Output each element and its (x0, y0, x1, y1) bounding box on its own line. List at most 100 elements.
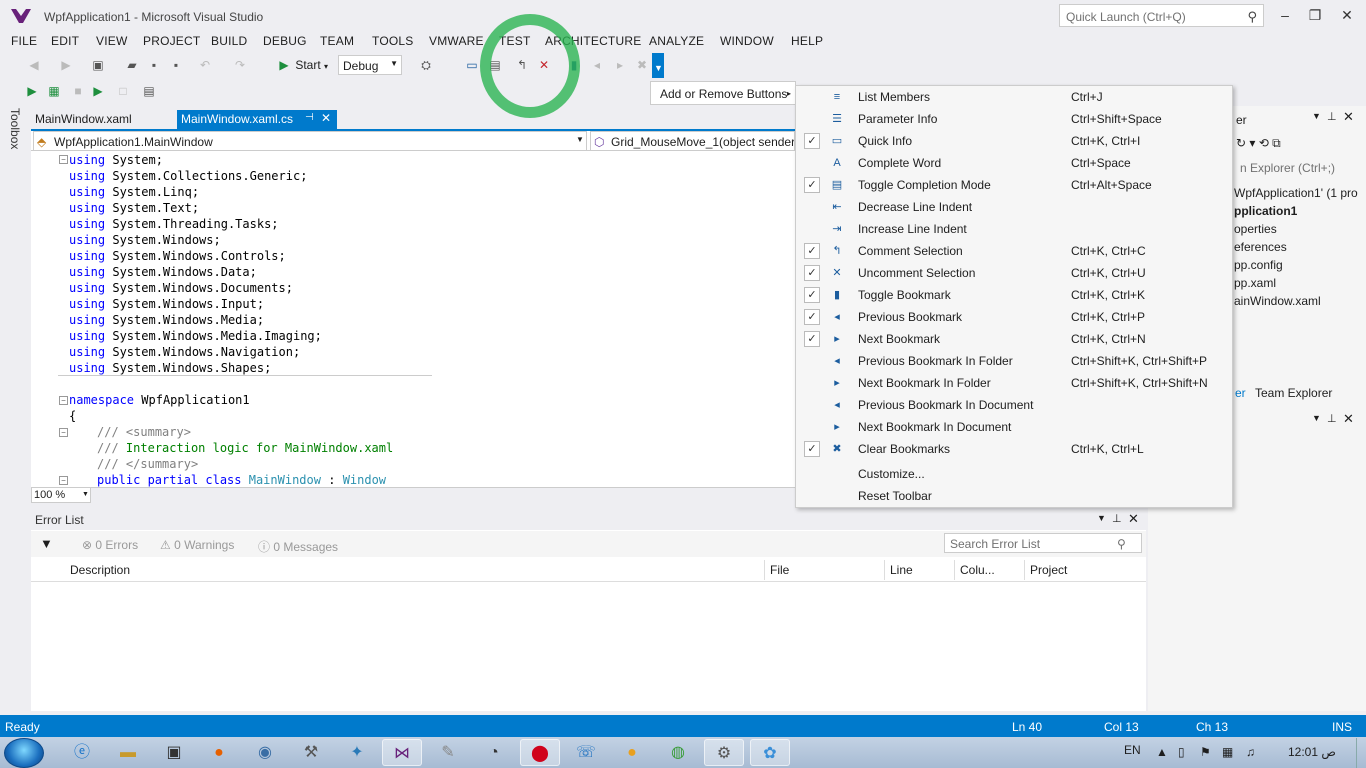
minimize-button[interactable]: – (1270, 4, 1300, 26)
properties-node[interactable]: operties (1234, 222, 1277, 236)
menu-item-increase-line-indent[interactable]: ⇥ Increase Line Indent (796, 218, 1232, 240)
messages-filter-button[interactable]: ⓘ 0 Messages (258, 538, 338, 555)
menu-item-parameter-info[interactable]: ☰ Parameter Info Ctrl+Shift+Space (796, 108, 1232, 130)
menu-window[interactable]: WINDOW (720, 34, 774, 48)
zoom-select[interactable]: 100 % ▼ (31, 487, 91, 503)
menu-item-next-bookmark-in-document[interactable]: ▸ Next Bookmark In Document (796, 416, 1232, 438)
opera-icon[interactable]: ⬤ (520, 739, 560, 766)
checkbox-checked-icon[interactable]: ✓ (804, 309, 820, 325)
battery-icon[interactable]: ▯ (1178, 745, 1185, 759)
clock[interactable]: 12:01 ص (1288, 745, 1336, 759)
network-tray-icon[interactable]: ▦ (1222, 745, 1233, 759)
project-node[interactable]: pplication1 (1234, 204, 1297, 218)
tab-mainwindow-xaml[interactable]: MainWindow.xaml (31, 110, 173, 129)
checkbox-checked-icon[interactable]: ✓ (804, 331, 820, 347)
column-project[interactable]: Project (1030, 563, 1067, 577)
checkbox-checked-icon[interactable]: ✓ (804, 441, 820, 457)
column-description[interactable]: Description (70, 563, 130, 577)
menu-item-toggle-completion-mode[interactable]: ✓ ▤ Toggle Completion Mode Ctrl+Alt+Space (796, 174, 1232, 196)
code-editor[interactable]: − using System; using System.Collections… (31, 151, 795, 487)
column-file[interactable]: File (770, 563, 789, 577)
refresh-icon[interactable]: ↻ ▾ ⟲ ⧉ (1236, 136, 1281, 151)
collapse-icon[interactable]: − (59, 396, 68, 405)
menu-item-next-bookmark-in-folder[interactable]: ▸ Next Bookmark In Folder Ctrl+Shift+K, Ct… (796, 372, 1232, 394)
close-tab-icon[interactable]: ✕ (321, 111, 331, 125)
next-bookmark-icon[interactable]: ▸ (612, 57, 628, 73)
window-position-icon[interactable]: ▼ (1097, 513, 1106, 523)
class-dropdown[interactable]: ⬘ WpfApplication1.MainWindow ▼ (33, 131, 587, 151)
show-hidden-icons-icon[interactable]: ▲ (1156, 745, 1168, 759)
toolbox-tab[interactable]: Toolbox (8, 108, 22, 149)
step-icon[interactable]: ▶ (90, 83, 106, 99)
build-icon[interactable]: ▦ (46, 83, 62, 99)
media-icon[interactable]: ◔ (474, 739, 514, 766)
layout-icon[interactable]: ▤ (141, 83, 157, 99)
solution-configuration-select[interactable]: Debug ▼ (338, 55, 402, 75)
tab-team-explorer[interactable]: Team Explorer (1255, 386, 1332, 400)
undo-icon[interactable]: ↶ (197, 57, 213, 73)
menu-item-decrease-line-indent[interactable]: ⇤ Decrease Line Indent (796, 196, 1232, 218)
checkbox-checked-icon[interactable]: ✓ (804, 265, 820, 281)
menu-item-customize[interactable]: Customize... (796, 463, 1232, 485)
collapse-icon[interactable]: − (59, 428, 68, 437)
solution-node[interactable]: WpfApplication1' (1 pro (1234, 186, 1358, 200)
find-in-files-icon[interactable]: ⛭ (418, 57, 434, 73)
paint-icon[interactable]: ✿ (750, 739, 790, 766)
window-switcher-icon[interactable]: ▣ (154, 739, 194, 766)
app-config-node[interactable]: pp.config (1234, 258, 1283, 272)
checkbox-checked-icon[interactable]: ✓ (804, 287, 820, 303)
file-explorer-icon[interactable]: ▬ (108, 739, 148, 766)
tab-mainwindow-xaml-cs[interactable]: MainWindow.xaml.cs ⊣ ✕ (177, 110, 337, 129)
pin-icon[interactable]: ⊥ (1327, 412, 1337, 425)
quick-launch-input[interactable]: Quick Launch (Ctrl+Q) ⚲ (1059, 4, 1264, 27)
python-icon[interactable]: ✦ (337, 739, 377, 766)
solution-search[interactable]: n Explorer (Ctrl+;) (1240, 161, 1335, 175)
chrome-icon[interactable]: ◍ (658, 739, 698, 766)
chat-icon[interactable]: ☏ (566, 739, 606, 766)
menu-item-previous-bookmark-in-folder[interactable]: ◂ Previous Bookmark In Folder Ctrl+Shift+K… (796, 350, 1232, 372)
network-icon[interactable]: ◉ (245, 739, 285, 766)
menu-file[interactable]: FILE (11, 34, 37, 48)
close-panel-icon[interactable]: ✕ (1343, 411, 1354, 427)
checkbox-checked-icon[interactable]: ✓ (804, 177, 820, 193)
close-panel-icon[interactable]: ✕ (1343, 109, 1354, 125)
pin-icon[interactable]: ⊥ (1112, 512, 1122, 525)
clear-bookmarks-icon[interactable]: ✖ (634, 57, 650, 73)
toolbar-options-button[interactable]: ▼ (652, 53, 664, 78)
menu-team[interactable]: TEAM (320, 34, 354, 48)
menu-project[interactable]: PROJECT (143, 34, 200, 48)
close-button[interactable]: ✕ (1332, 4, 1362, 26)
start-debugging-button[interactable]: ▶ Start ▾ (276, 57, 328, 73)
menu-item-next-bookmark[interactable]: ✓ ▸ Next Bookmark Ctrl+K, Ctrl+N (796, 328, 1232, 350)
new-project-icon[interactable]: ▣ (90, 57, 106, 73)
menu-item-uncomment-selection[interactable]: ✓ ✕ Uncomment Selection Ctrl+K, Ctrl+U (796, 262, 1232, 284)
show-desktop-button[interactable] (1356, 738, 1366, 768)
close-panel-icon[interactable]: ✕ (1128, 511, 1139, 527)
run-icon[interactable]: ▶ (24, 83, 40, 99)
error-list-search[interactable]: Search Error List ⚲ (944, 533, 1142, 553)
previous-bookmark-icon[interactable]: ◂ (589, 57, 605, 73)
column-line[interactable]: Line (890, 563, 913, 577)
menu-item-quick-info[interactable]: ✓ ▭ Quick Info Ctrl+K, Ctrl+I (796, 130, 1232, 152)
pin-icon[interactable]: ⊥ (1327, 110, 1337, 123)
maximize-button[interactable]: ❐ (1300, 4, 1330, 26)
warnings-filter-button[interactable]: ⚠ 0 Warnings (160, 538, 234, 552)
menu-build[interactable]: BUILD (211, 34, 247, 48)
vlc-icon[interactable]: ● (612, 739, 652, 766)
menu-view[interactable]: VIEW (96, 34, 127, 48)
app-xaml-node[interactable]: pp.xaml (1234, 276, 1276, 290)
volume-icon[interactable]: ♫ (1246, 745, 1255, 759)
stop-icon[interactable]: ■ (70, 83, 86, 99)
navigate-forward-icon[interactable]: ▶ (58, 57, 74, 73)
tool-icon[interactable]: ⚒ (291, 739, 331, 766)
firefox-icon[interactable]: ● (199, 739, 239, 766)
menu-item-list-members[interactable]: ≡ List Members Ctrl+J (796, 86, 1232, 108)
menu-item-previous-bookmark[interactable]: ✓ ◂ Previous Bookmark Ctrl+K, Ctrl+P (796, 306, 1232, 328)
pin-icon[interactable]: ⊣ (305, 112, 314, 123)
flag-icon[interactable]: ⚑ (1200, 745, 1211, 759)
collapse-icon[interactable]: − (59, 155, 68, 164)
redo-icon[interactable]: ↷ (232, 57, 248, 73)
menu-item-reset-toolbar[interactable]: Reset Toolbar (796, 485, 1232, 507)
errors-filter-button[interactable]: ⊗ 0 Errors (82, 538, 138, 552)
menu-item-comment-selection[interactable]: ✓ ↰ Comment Selection Ctrl+K, Ctrl+C (796, 240, 1232, 262)
